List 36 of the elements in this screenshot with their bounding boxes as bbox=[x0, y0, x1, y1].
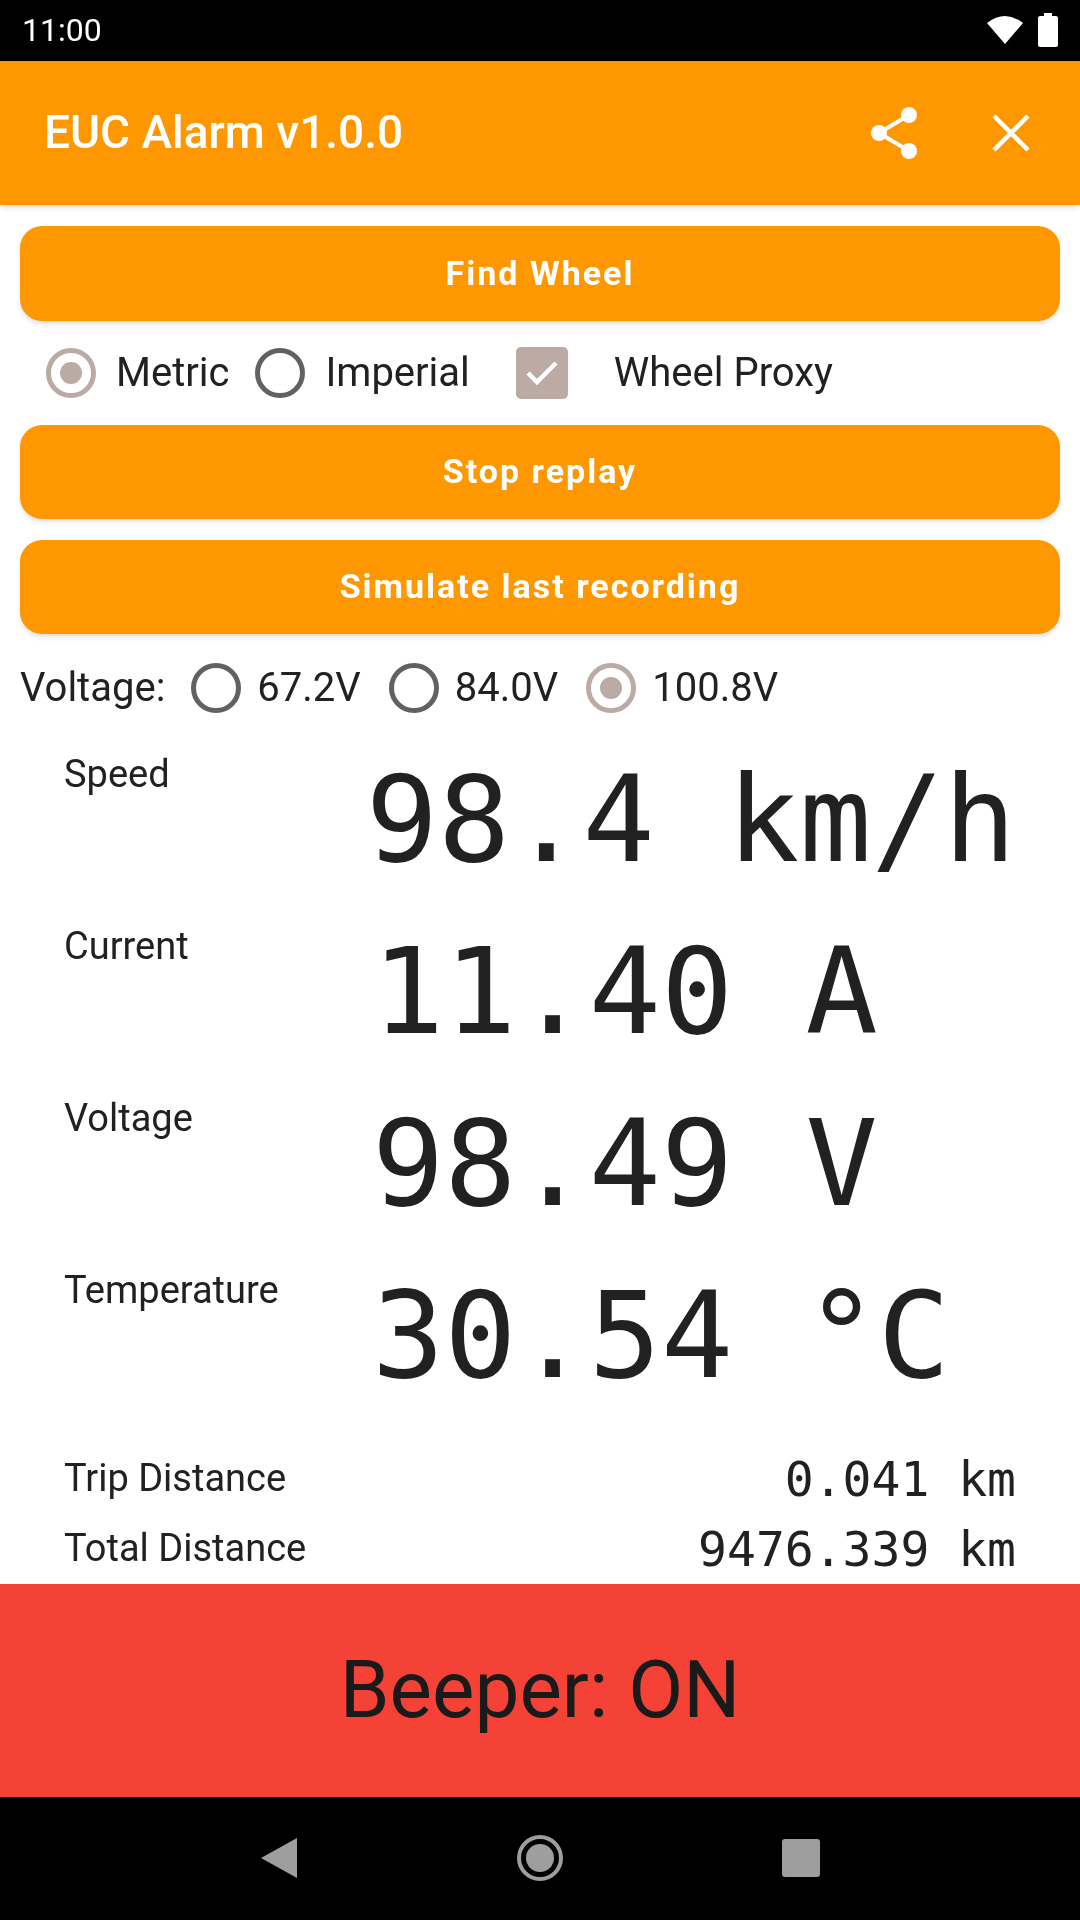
radio-button[interactable] bbox=[388, 662, 439, 713]
radio-button[interactable] bbox=[46, 347, 96, 398]
reading-value: 11.40 A bbox=[372, 920, 878, 1063]
distance-value: 9476.339 km bbox=[698, 1519, 1016, 1579]
option-label: 84.0V bbox=[454, 662, 559, 713]
status-time: 11:00 bbox=[22, 10, 102, 52]
option-label: Metric bbox=[116, 347, 230, 398]
voltage-label: Voltage: bbox=[20, 662, 166, 713]
reading-label: Voltage bbox=[64, 1094, 194, 1142]
recents-icon[interactable] bbox=[781, 1838, 822, 1879]
radio-button[interactable] bbox=[586, 662, 637, 713]
reading-value: 30.54 °C bbox=[372, 1264, 950, 1407]
action-button[interactable]: Stop replay bbox=[20, 424, 1060, 519]
distance-value: 0.041 km bbox=[784, 1449, 1016, 1509]
action-button[interactable]: Simulate last recording bbox=[20, 539, 1060, 634]
option-label: Wheel Proxy bbox=[613, 347, 833, 398]
find-wheel-button[interactable]: Find Wheel bbox=[20, 225, 1060, 321]
radio-button[interactable] bbox=[255, 347, 306, 398]
battery-icon bbox=[1038, 13, 1058, 48]
reading-label: Temperature bbox=[64, 1266, 280, 1314]
distance-label: Total Distance bbox=[64, 1525, 307, 1573]
radio-button[interactable] bbox=[191, 662, 242, 713]
home-icon[interactable] bbox=[516, 1834, 564, 1883]
reading-label: Speed bbox=[64, 750, 171, 798]
checkbox[interactable] bbox=[515, 346, 568, 399]
option-label: Imperial bbox=[325, 347, 470, 398]
app-title: EUC Alarm v1.0.0 bbox=[44, 104, 405, 162]
option-label: 100.8V bbox=[652, 662, 779, 713]
reading-label: Current bbox=[64, 922, 190, 970]
distance-label: Trip Distance bbox=[64, 1455, 287, 1503]
reading-value: 98.4 km/h bbox=[365, 748, 1016, 891]
wifi-icon bbox=[986, 15, 1024, 46]
reading-value: 98.49 V bbox=[372, 1092, 878, 1235]
option-label: 67.2V bbox=[257, 662, 361, 713]
check-icon bbox=[524, 359, 559, 386]
beeper-button[interactable]: Beeper: ON bbox=[0, 1583, 1080, 1797]
